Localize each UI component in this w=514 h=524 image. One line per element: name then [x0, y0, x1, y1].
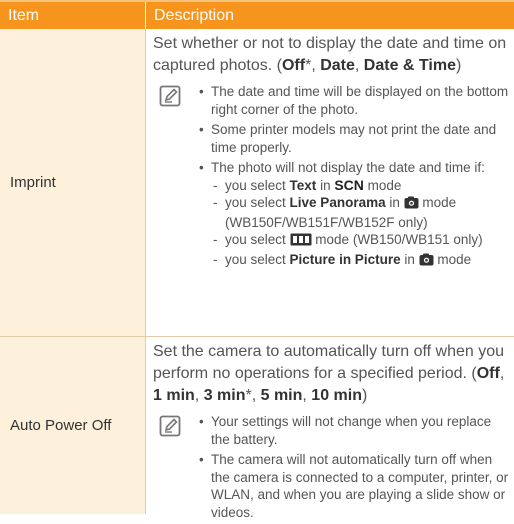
text: mode (WB150/WB151 only)	[311, 232, 483, 247]
text: in	[385, 195, 404, 210]
auto-power-off-note: Your settings will not change when you r…	[153, 413, 510, 524]
bold-text: Text	[289, 177, 317, 193]
text: you select	[225, 251, 290, 267]
list-item: The date and time will be displayed on t…	[199, 83, 510, 118]
sep: ,	[251, 387, 261, 404]
panorama-mode-icon	[290, 233, 312, 251]
smart-camera-icon	[419, 253, 434, 271]
list-item: Your settings will not change when you r…	[199, 413, 510, 448]
apo-desc-prefix: Set the camera to automatically turn off…	[153, 343, 505, 382]
text: in	[400, 251, 419, 267]
option-off: Off	[476, 365, 500, 382]
imprint-sub-list: you select Text in SCN mode you select L…	[211, 177, 510, 271]
desc-suffix: )	[361, 387, 368, 404]
auto-power-off-description-text: Set the camera to automatically turn off…	[153, 341, 510, 407]
sep: ,	[302, 387, 312, 404]
imprint-description-text: Set whether or not to display the date a…	[153, 33, 510, 77]
option-5-min: 5 min	[260, 387, 303, 404]
option-date: Date	[320, 57, 355, 74]
text: in	[316, 177, 335, 193]
sep: ,	[194, 387, 204, 404]
sub-item-panorama-mode: you select mode (WB150/WB151 only)	[211, 231, 510, 251]
option-3-min: 3 min	[203, 387, 246, 404]
option-1-min: 1 min	[153, 387, 195, 404]
description-imprint: Set whether or not to display the date a…	[146, 29, 514, 336]
text: mode	[363, 177, 402, 193]
header-description: Description	[154, 7, 235, 24]
sep: ,	[354, 57, 364, 74]
text: you select	[225, 195, 290, 210]
sub-item-pip: you select Picture in Picture in mode	[211, 251, 510, 271]
sep: ,	[499, 365, 505, 382]
list-item: Some printer models may not print the da…	[199, 121, 510, 156]
smart-camera-icon	[404, 196, 419, 214]
note-pencil-icon	[159, 85, 185, 273]
sep: ,	[311, 57, 321, 74]
header-item: Item	[0, 2, 146, 29]
table-row-imprint: Imprint Set whether or not to display th…	[0, 29, 514, 337]
item-auto-power-off: Auto Power Off	[0, 337, 146, 514]
option-off: Off	[281, 57, 306, 74]
option-10-min: 10 min	[311, 387, 362, 404]
text: you select	[225, 232, 290, 247]
table-row-auto-power-off: Auto Power Off Set the camera to automat…	[0, 337, 514, 520]
option-date-time: Date & Time	[363, 57, 456, 74]
sub-item-text: you select Text in SCN mode	[211, 177, 510, 195]
text: you select	[225, 177, 290, 193]
item-imprint: Imprint	[0, 29, 146, 336]
bold-text: Live Panorama	[289, 195, 386, 210]
imprint-note-list: The date and time will be displayed on t…	[185, 83, 510, 273]
scn-mode-label: SCN	[334, 176, 364, 193]
imprint-note: The date and time will be displayed on t…	[153, 83, 510, 273]
description-auto-power-off: Set the camera to automatically turn off…	[146, 337, 514, 520]
desc-suffix: )	[455, 57, 462, 74]
settings-table: Item Description Imprint Set whether or …	[0, 2, 514, 520]
list-item-text: The photo will not display the date and …	[211, 160, 485, 175]
sub-item-panorama: you select Live Panorama in mode (WB150F…	[211, 194, 510, 231]
list-item: The photo will not display the date and …	[199, 159, 510, 270]
table-header: Item Description	[0, 2, 514, 29]
text: mode	[433, 251, 472, 267]
list-item: The camera will not automatically turn o…	[199, 451, 510, 521]
note-pencil-icon	[159, 415, 185, 524]
bold-text: Picture in Picture	[289, 251, 401, 267]
auto-power-off-note-list: Your settings will not change when you r…	[185, 413, 510, 524]
